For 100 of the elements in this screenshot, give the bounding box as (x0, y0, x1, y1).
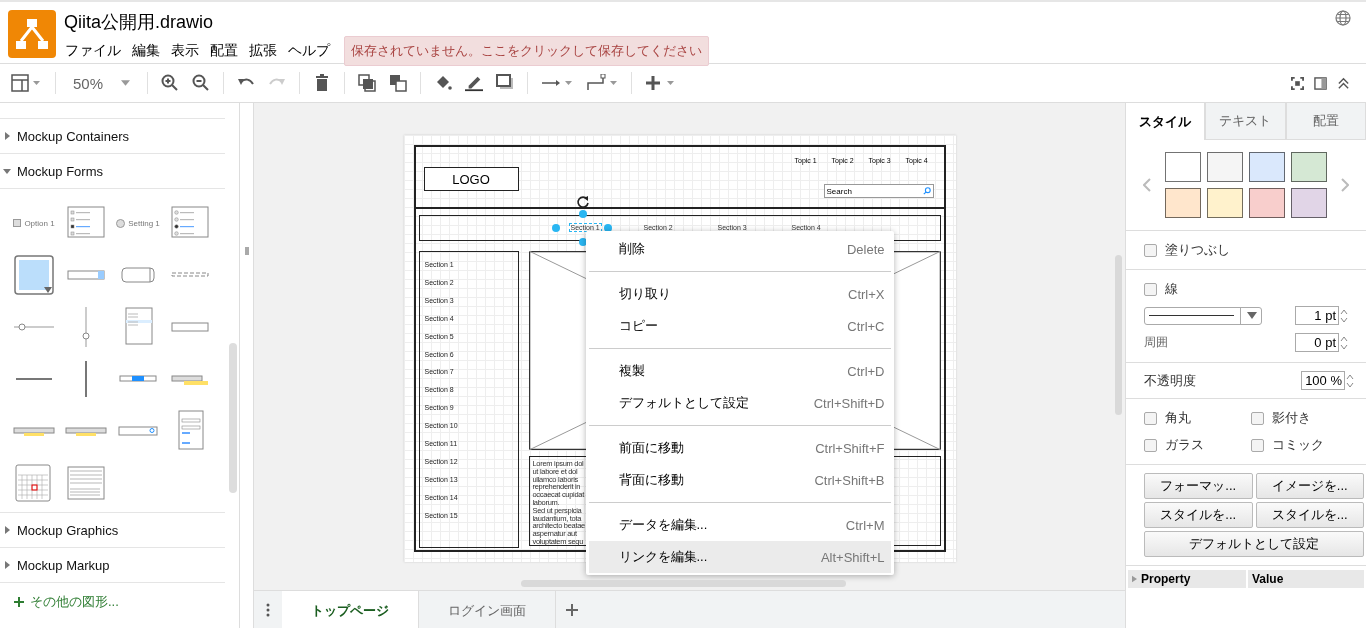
context-menu-item[interactable]: 背面に移動 Ctrl+Shift+B (588, 464, 891, 496)
menu-item[interactable]: 編集 (129, 38, 166, 64)
sidebar-section[interactable]: Mockup Markup (0, 548, 225, 583)
context-menu-item[interactable]: コピー Ctrl+C (588, 310, 891, 342)
menu-item[interactable]: 拡張 (246, 38, 283, 64)
format-panel-toggle-icon[interactable] (1314, 76, 1327, 90)
scrollbar[interactable] (521, 580, 846, 587)
splitter-grip-icon[interactable] (244, 246, 249, 255)
more-shapes-link[interactable]: その他の図形... (30, 593, 119, 611)
resize-handle[interactable] (578, 238, 587, 246)
checkbox-label: 線 (1165, 280, 1178, 298)
shape-thumbnail[interactable]: Setting 1 (116, 218, 160, 228)
menu-item[interactable]: ヘルプ (285, 38, 336, 64)
format-button[interactable]: フォーマッ... (1144, 473, 1253, 499)
menu-item-label: 切り取り (618, 285, 671, 303)
checkbox[interactable] (1144, 438, 1157, 452)
menu-item-label: コピー (618, 317, 658, 335)
style-swatch[interactable] (1207, 152, 1243, 182)
style-swatch[interactable] (1207, 188, 1243, 218)
collapse-icon[interactable] (1337, 76, 1350, 90)
shortcut-label: Ctrl+M (845, 517, 885, 533)
sidebar-section[interactable]: Mockup Containers (0, 119, 225, 154)
checkbox[interactable] (1144, 243, 1157, 257)
menu-item-label: 削除 (618, 240, 645, 258)
line-color-icon[interactable] (465, 74, 484, 92)
menu-item[interactable]: 表示 (168, 38, 205, 64)
menu-item[interactable]: 配置 (207, 38, 244, 64)
shortcut-label: Ctrl+C (847, 318, 885, 334)
zoom-out-icon[interactable] (192, 74, 211, 92)
menu-item[interactable]: ファイル (62, 38, 127, 64)
perimeter-label: 周囲 (1144, 334, 1168, 351)
zoom-in-icon[interactable] (161, 74, 180, 92)
shortcut-label: Ctrl+X (848, 286, 885, 302)
page-tab[interactable]: ログイン画面 (419, 591, 556, 628)
search-icon (922, 187, 931, 195)
context-menu-item[interactable]: デフォルトとして設定 Ctrl+Shift+D (588, 387, 891, 419)
logo-box: LOGO (423, 167, 519, 191)
caret-icon (1247, 312, 1257, 319)
format-tab[interactable]: 配置 (1285, 103, 1366, 140)
scrollbar[interactable] (229, 343, 237, 493)
set-as-default-button[interactable]: デフォルトとして設定 (1144, 531, 1364, 557)
scrollbar[interactable] (1115, 255, 1122, 415)
format-button[interactable]: スタイルを... (1144, 502, 1253, 528)
table-header[interactable]: Property (1128, 570, 1246, 588)
checkbox[interactable] (1144, 411, 1157, 425)
checkbox-label: ガラス (1165, 436, 1204, 454)
sidebar-section[interactable]: Mockup Graphics (0, 513, 225, 548)
chevron-left-icon[interactable] (1143, 178, 1151, 192)
chevron-right-icon[interactable] (1341, 178, 1349, 192)
spinner-arrows-icon[interactable] (1340, 307, 1348, 324)
context-menu-item[interactable]: リンクを編集... Alt+Shift+L (588, 541, 891, 573)
fullscreen-icon[interactable] (1291, 76, 1304, 90)
waypoint-icon[interactable] (586, 74, 619, 92)
checkbox-label: コミック (1271, 436, 1324, 454)
line-width-field[interactable]: 1 pt (1295, 306, 1339, 325)
resize-handle[interactable] (578, 210, 587, 218)
zoom-dropdown[interactable]: 50% (69, 74, 135, 92)
style-swatch[interactable] (1249, 188, 1285, 218)
checkbox-label: 影付き (1271, 409, 1311, 427)
style-swatch[interactable] (1165, 188, 1201, 218)
checkbox[interactable] (1250, 438, 1264, 452)
bring-to-front-icon[interactable] (358, 74, 377, 92)
style-swatch[interactable] (1291, 188, 1327, 218)
opacity-field[interactable]: 100 % (1301, 371, 1345, 390)
save-warning[interactable]: 保存されていません。ここをクリックして保存してください (344, 36, 709, 66)
format-tab[interactable]: テキスト (1205, 103, 1286, 140)
more-options-icon[interactable] (266, 602, 270, 617)
style-swatch[interactable] (1291, 152, 1327, 182)
spinner-arrows-icon[interactable] (1346, 372, 1354, 389)
caret-icon (1132, 575, 1137, 583)
shape-thumbnail[interactable]: Option 1 (13, 218, 55, 228)
sidebar-section[interactable]: Mockup Forms (0, 154, 225, 189)
checkbox[interactable] (1144, 282, 1157, 296)
style-swatch[interactable] (1249, 152, 1285, 182)
resize-handle[interactable] (551, 224, 560, 232)
checkbox[interactable] (1250, 411, 1264, 425)
plus-icon[interactable] (14, 597, 24, 607)
menu-item-label: デフォルトとして設定 (618, 394, 749, 412)
globe-icon[interactable] (1335, 10, 1351, 26)
line-style-dropdown[interactable] (1144, 306, 1262, 325)
send-to-back-icon[interactable] (389, 74, 408, 92)
context-menu-item[interactable]: 複製 Ctrl+D (588, 355, 891, 387)
rotate-handle-icon[interactable] (575, 195, 590, 209)
menu-item-label: 前面に移動 (618, 439, 684, 457)
perimeter-field[interactable]: 0 pt (1295, 333, 1339, 352)
format-button[interactable]: スタイルを... (1255, 502, 1364, 528)
spinner-arrows-icon[interactable] (1340, 334, 1348, 351)
format-button[interactable]: イメージを... (1255, 473, 1364, 499)
shadow-icon[interactable] (496, 74, 515, 92)
context-menu-item[interactable]: データを編集... Ctrl+M (588, 509, 891, 541)
style-swatch[interactable] (1165, 152, 1201, 182)
menu-item-label: リンクを編集... (618, 548, 708, 566)
context-menu-item[interactable]: 削除 Delete (588, 233, 891, 265)
page-tab[interactable]: トップページ (282, 591, 419, 628)
table-header: Value (1248, 570, 1364, 588)
add-page-icon[interactable] (566, 603, 578, 616)
context-menu-item[interactable]: 前面に移動 Ctrl+Shift+F (588, 432, 891, 464)
document-title[interactable]: Qiita公開用.drawio (62, 11, 709, 33)
layout-icon[interactable] (10, 74, 42, 92)
context-menu-item[interactable]: 切り取り Ctrl+X (588, 278, 891, 310)
